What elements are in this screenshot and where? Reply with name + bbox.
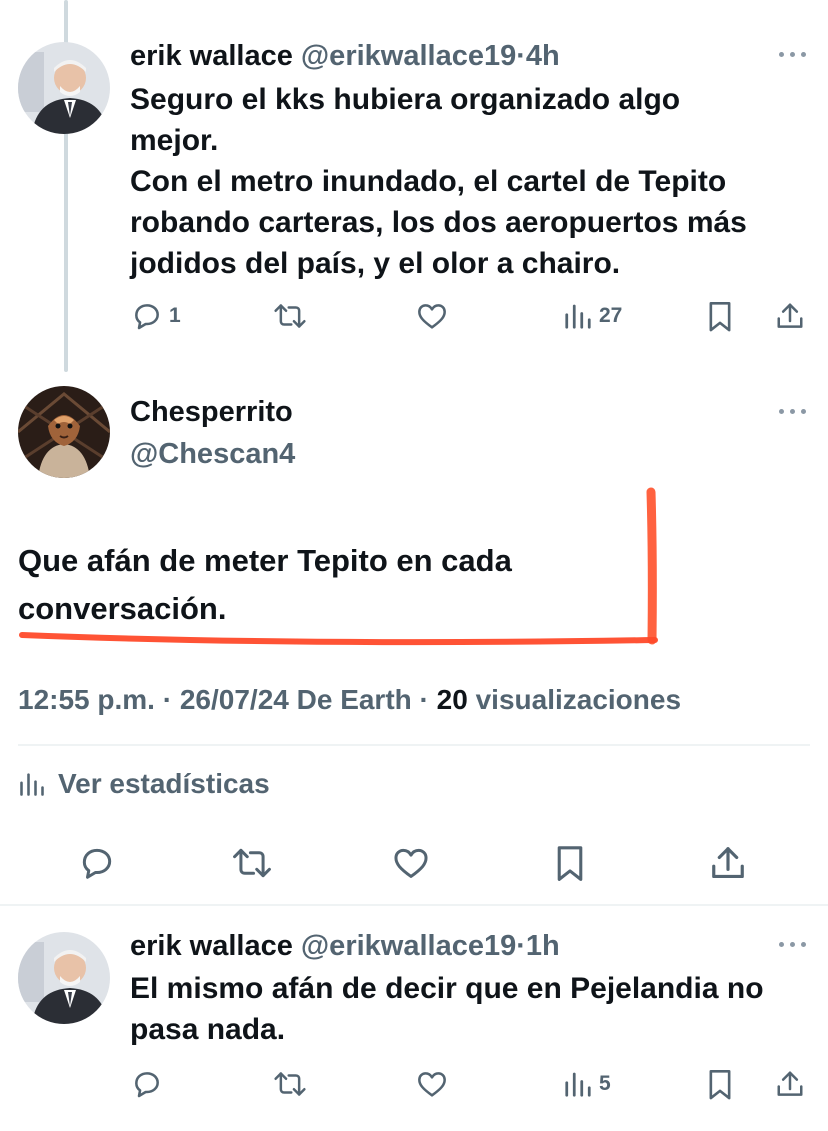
- separator: ·: [516, 930, 526, 962]
- bookmark-icon: [709, 1069, 731, 1100]
- share-button[interactable]: [775, 300, 805, 332]
- share-icon: [777, 1071, 803, 1096]
- more-icon[interactable]: [779, 406, 807, 416]
- separator: ·: [162, 684, 173, 715]
- share-button[interactable]: [709, 844, 747, 882]
- views-button[interactable]: 5: [563, 1068, 611, 1100]
- reply-count: 1: [169, 304, 181, 327]
- reply-button[interactable]: [131, 1068, 163, 1100]
- like-icon: [418, 304, 446, 329]
- like-icon: [418, 1072, 446, 1097]
- timestamp[interactable]: 1h: [526, 930, 560, 962]
- share-icon: [777, 303, 803, 328]
- share-button[interactable]: [775, 1068, 805, 1100]
- tweet-text: El mismo afán de decir que en Pejelandia…: [130, 972, 764, 1046]
- divider: [18, 744, 810, 746]
- bookmark-button[interactable]: [553, 844, 587, 884]
- bookmark-icon: [709, 301, 731, 332]
- author-name[interactable]: erik wallace: [130, 930, 293, 962]
- views-count: 5: [599, 1072, 611, 1095]
- tweet-time[interactable]: 12:55 p.m.: [18, 684, 155, 715]
- tweet-text: Seguro el kks hubiera organizado algo me…: [130, 83, 747, 280]
- views-number: 20: [436, 684, 468, 715]
- reply-icon: [82, 848, 112, 879]
- bookmark-button[interactable]: [705, 300, 735, 334]
- stats-label[interactable]: Ver estadísticas: [58, 768, 270, 800]
- author-handle[interactable]: @erikwallace19: [301, 40, 516, 72]
- timestamp[interactable]: 4h: [526, 40, 560, 72]
- like-icon: [394, 848, 428, 878]
- red-underline-annotation: [19, 487, 658, 646]
- retweet-button[interactable]: [273, 300, 307, 332]
- separator: ·: [419, 684, 429, 715]
- avatar[interactable]: [18, 42, 110, 134]
- tweet-date-source[interactable]: 26/07/24 De Earth: [180, 684, 412, 715]
- author-handle[interactable]: @Chescan4: [130, 434, 295, 474]
- reply-icon: [135, 1072, 159, 1098]
- author-handle[interactable]: @erikwallace19: [301, 930, 516, 962]
- more-icon[interactable]: [779, 939, 807, 949]
- reply-icon: [135, 304, 159, 330]
- author-name[interactable]: Chesperrito: [130, 392, 293, 432]
- bookmark-button[interactable]: [705, 1068, 735, 1102]
- more-icon[interactable]: [779, 49, 807, 59]
- divider: [0, 904, 828, 906]
- views-label: visualizaciones: [475, 684, 682, 715]
- retweet-icon: [233, 848, 271, 878]
- views-button[interactable]: 27: [563, 300, 622, 332]
- retweet-icon: [274, 304, 306, 328]
- retweet-icon: [274, 1072, 306, 1096]
- like-button[interactable]: [416, 300, 448, 332]
- share-icon: [712, 847, 744, 879]
- bookmark-icon: [557, 846, 583, 881]
- retweet-button[interactable]: [231, 844, 273, 882]
- author-name[interactable]: erik wallace: [130, 40, 293, 72]
- views-icon: [565, 1072, 591, 1097]
- stats-icon: [20, 773, 44, 796]
- avatar[interactable]: [18, 932, 110, 1024]
- view-stats-link[interactable]: Ver estadísticas: [18, 768, 270, 800]
- separator: ·: [516, 40, 526, 72]
- reply-button[interactable]: [78, 844, 116, 882]
- like-button[interactable]: [416, 1068, 448, 1100]
- avatar[interactable]: [18, 386, 110, 478]
- views-icon: [565, 304, 591, 329]
- tweet-meta: 12:55 p.m. · 26/07/24 De Earth · 20 visu…: [18, 680, 681, 720]
- reply-button[interactable]: 1: [131, 300, 181, 332]
- like-button[interactable]: [392, 844, 430, 882]
- views-count: 27: [599, 304, 623, 327]
- retweet-button[interactable]: [273, 1068, 307, 1100]
